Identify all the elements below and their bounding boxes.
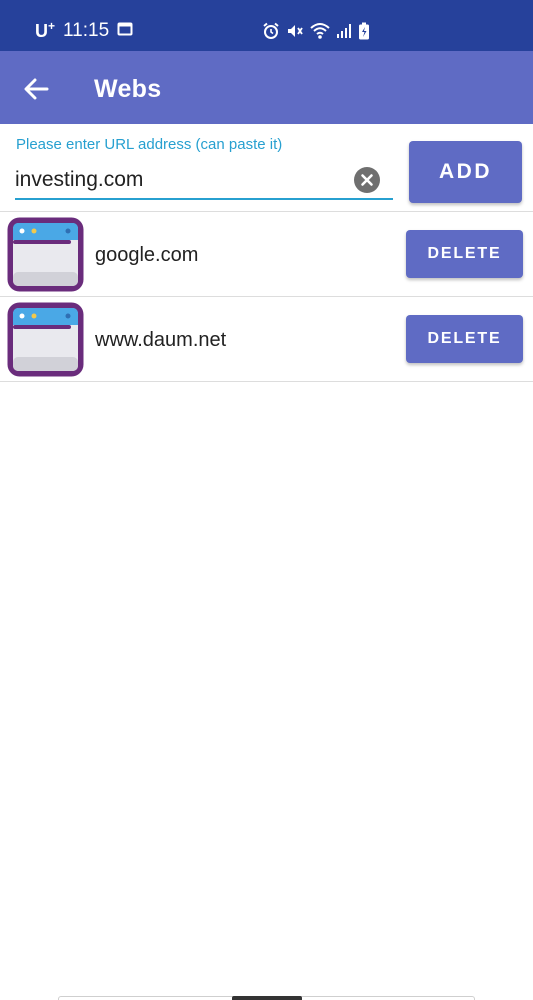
web-name: google.com: [95, 244, 199, 266]
gesture-handle[interactable]: [232, 996, 302, 1000]
status-time: 11:15: [63, 19, 110, 41]
browser-window-icon: [6, 301, 85, 378]
page-title: Webs: [94, 75, 162, 103]
web-list-item: www.daum.net DELETE: [0, 297, 533, 381]
add-button[interactable]: ADD: [409, 141, 522, 203]
browser-window-icon: [6, 216, 85, 293]
clear-input-button[interactable]: [354, 167, 380, 193]
web-name: www.daum.net: [95, 329, 227, 351]
wifi-icon: [310, 22, 330, 45]
url-form: Please enter URL address (can paste it) …: [0, 124, 533, 211]
carrier-superscript: +: [48, 19, 56, 33]
back-button[interactable]: [20, 73, 52, 105]
status-left: U+ 11:15: [35, 19, 133, 42]
url-input[interactable]: [15, 164, 345, 196]
carrier-name: U: [35, 21, 48, 41]
webs-screen: U+ 11:15 Webs Please enter URL address (…: [0, 0, 533, 1000]
arrow-back-icon: [24, 78, 49, 100]
url-input-label: Please enter URL address (can paste it): [16, 136, 283, 153]
delete-button[interactable]: DELETE: [406, 315, 523, 363]
divider: [0, 381, 533, 382]
mute-icon: [286, 22, 304, 45]
app-bar: Webs: [0, 51, 533, 124]
url-input-underline: [15, 198, 393, 200]
battery-icon: [358, 22, 370, 45]
status-bar: U+ 11:15: [0, 0, 533, 51]
screen-mirror-icon: [117, 20, 133, 42]
web-list-item: google.com DELETE: [0, 212, 533, 296]
carrier-label: U+: [35, 19, 55, 42]
status-icons: [262, 22, 370, 45]
alarm-icon: [262, 22, 280, 45]
signal-icon: [336, 23, 352, 44]
delete-button[interactable]: DELETE: [406, 230, 523, 278]
clear-circle-icon: [354, 167, 380, 193]
